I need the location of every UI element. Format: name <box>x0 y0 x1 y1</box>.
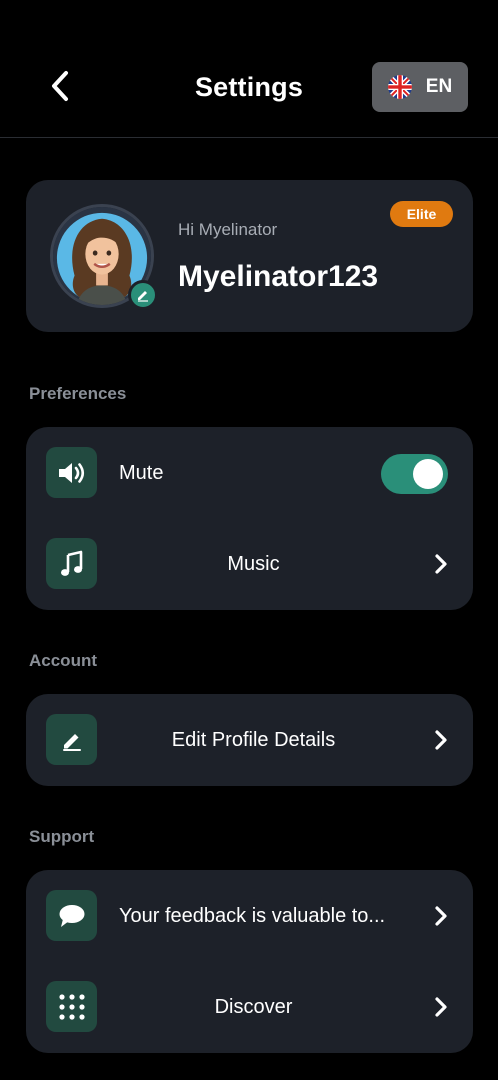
membership-badge: Elite <box>390 201 453 227</box>
music-label: Music <box>227 553 280 575</box>
toggle-knob <box>413 459 443 489</box>
chevron-right-icon <box>431 553 451 575</box>
profile-card[interactable]: Hi Myelinator Myelinator123 Elite <box>26 180 473 332</box>
music-icon-tile <box>46 538 97 589</box>
pencil-icon-tile <box>46 714 97 765</box>
mute-toggle[interactable] <box>381 454 448 494</box>
chevron-right-icon <box>431 729 451 751</box>
support-card: Your feedback is valuable to... Discover <box>26 870 473 1053</box>
feedback-row[interactable]: Your feedback is valuable to... <box>26 870 473 962</box>
mute-label: Mute <box>119 462 164 484</box>
pencil-icon <box>138 291 148 302</box>
mute-row: Mute <box>26 427 473 519</box>
edit-profile-label: Edit Profile Details <box>171 729 336 751</box>
preferences-card: Mute Music <box>26 427 473 610</box>
account-card: Edit Profile Details <box>26 694 473 786</box>
discover-row[interactable]: Discover <box>26 961 473 1053</box>
edit-avatar-button[interactable] <box>128 280 158 310</box>
discover-label: Discover <box>214 996 293 1018</box>
chevron-right-icon <box>431 996 451 1018</box>
profile-greeting: Hi Myelinator <box>178 220 278 239</box>
language-code: EN <box>425 76 453 97</box>
edit-profile-row[interactable]: Edit Profile Details <box>26 694 473 786</box>
language-selector-button[interactable]: EN <box>372 62 468 112</box>
grid-dots-icon <box>58 993 85 1020</box>
feedback-label: Your feedback is valuable to... <box>119 905 386 927</box>
pencil-icon <box>62 733 81 751</box>
preferences-section-label: Preferences <box>29 384 127 403</box>
chat-bubble-icon <box>59 904 84 927</box>
speaker-icon <box>58 462 84 483</box>
profile-username: Myelinator123 <box>178 260 379 293</box>
app-header: Settings EN <box>0 0 498 138</box>
speaker-icon-tile <box>46 447 97 498</box>
chat-icon-tile <box>46 890 97 941</box>
account-section-label: Account <box>29 651 97 670</box>
uk-flag-icon <box>387 75 412 99</box>
chevron-right-icon <box>431 905 451 927</box>
support-section-label: Support <box>29 827 95 846</box>
music-row[interactable]: Music <box>26 518 473 610</box>
avatar-container <box>50 204 158 310</box>
music-note-icon <box>60 550 82 576</box>
grid-icon-tile <box>46 981 97 1032</box>
